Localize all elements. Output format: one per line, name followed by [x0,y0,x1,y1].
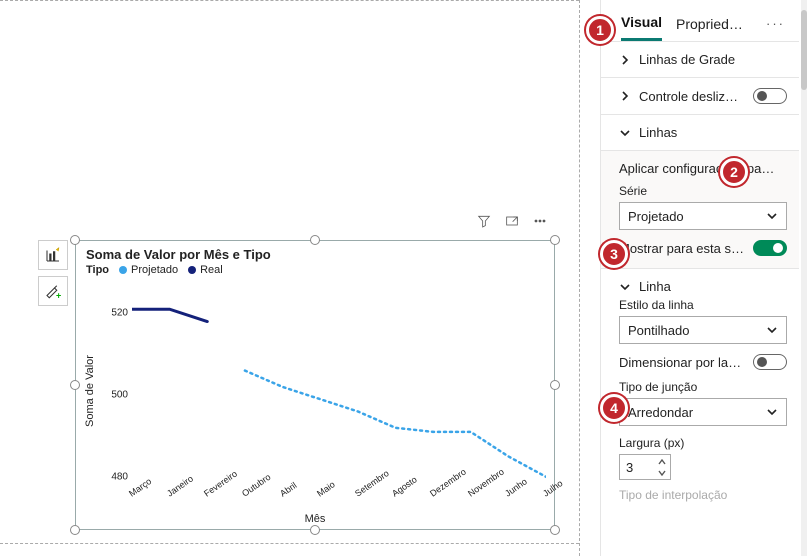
y-axis-ticks: 480 500 520 [102,297,130,485]
resize-handle[interactable] [70,235,80,245]
show-for-series-label: Mostrar para esta s… [619,241,745,256]
field-label-join-type: Tipo de junção [619,380,787,394]
chevron-down-icon [619,281,631,293]
y-tick-label: 480 [111,471,128,482]
resize-handle[interactable] [310,235,320,245]
legend-prefix: Tipo [86,264,109,276]
tab-visual[interactable]: Visual [621,14,662,41]
chevron-down-icon [766,210,778,222]
line-chart-visual[interactable]: Soma de Valor por Mês e Tipo Tipo Projet… [75,240,555,530]
field-label-line-style: Estilo da linha [619,298,787,312]
join-type-select[interactable]: Arredondar [619,398,787,426]
resize-handle[interactable] [550,235,560,245]
scale-by-width-label: Dimensionar por la… [619,355,745,370]
tab-more[interactable]: ··· [762,16,789,39]
toggle-show-for-series[interactable] [753,240,787,256]
toggle-scale-by-width[interactable] [753,354,787,370]
width-input[interactable]: 3 [619,454,671,480]
legend-label: Projetado [131,264,178,276]
subsection-line[interactable]: Linha [601,269,799,298]
section-slider-control[interactable]: Controle deslizan… [601,78,799,115]
series-select[interactable]: Projetado [619,202,787,230]
resize-handle[interactable] [550,380,560,390]
annotation-badge-1: 1 [586,16,614,44]
scrollbar-thumb[interactable] [801,10,807,90]
annotation-badge-2: 2 [720,158,748,186]
y-tick-label: 520 [111,308,128,319]
select-value: Projetado [628,209,766,224]
focus-mode-icon[interactable] [504,213,520,229]
resize-handle[interactable] [70,525,80,535]
canvas-guide-bottom [0,543,579,544]
x-axis-title: Mês [76,513,554,525]
field-label-width: Largura (px) [619,436,787,450]
y-tick-label: 500 [111,390,128,401]
chevron-right-icon [619,90,631,102]
section-label: Linha [639,279,787,294]
section-lines[interactable]: Linhas [601,115,799,151]
legend-swatch [119,266,127,274]
group-title: Aplicar configurações pa… [619,161,787,176]
canvas-guide-top [0,0,579,1]
y-axis-title: Soma de Valor [84,297,100,485]
chevron-down-icon [619,127,631,139]
format-pane-tabs: Visual Propried… ··· [601,0,799,42]
section-grid-lines[interactable]: Linhas de Grade [601,42,799,78]
chevron-down-icon [766,324,778,336]
annotation-badge-4: 4 [600,394,628,422]
toggle-slider-control[interactable] [753,88,787,104]
field-label-series: Série [619,184,787,198]
section-label: Linhas de Grade [639,52,787,67]
plot-area [132,297,546,485]
svg-text:+: + [56,291,61,301]
select-value: Pontilhado [628,323,766,338]
format-paint-button[interactable]: + [38,276,68,306]
chevron-down-icon [766,406,778,418]
tab-properties[interactable]: Propried… [676,16,743,40]
number-spinner[interactable] [656,457,668,477]
report-canvas: + Soma de Valor por Mês e Tipo Tipo Proj… [0,0,580,556]
resize-handle[interactable] [310,525,320,535]
legend-label: Real [200,264,223,276]
legend-swatch [188,266,196,274]
line-style-group: Estilo da linha Pontilhado Dimensionar p… [601,298,799,480]
visual-side-actions: + [38,240,68,306]
input-value: 3 [626,460,633,475]
resize-handle[interactable] [550,525,560,535]
chart-legend: Tipo Projetado Real [76,262,554,280]
legend-item-projetado[interactable]: Projetado [119,264,178,276]
filter-icon[interactable] [476,213,492,229]
field-label-interpolation: Tipo de interpolação [601,480,799,502]
resize-handle[interactable] [70,380,80,390]
chart-svg [132,297,546,485]
apply-settings-group: Aplicar configurações pa… Série Projetad… [601,151,799,269]
more-options-icon[interactable] [532,213,548,229]
chevron-right-icon [619,54,631,66]
section-label: Linhas [639,125,787,140]
pane-scrollbar[interactable] [801,0,807,556]
x-axis-ticks: MarçoJaneiroFevereiroOutubroAbrilMaioSet… [132,487,546,509]
visual-header-toolbar [476,213,548,229]
spinner-up-icon[interactable] [656,457,668,466]
legend-item-real[interactable]: Real [188,264,223,276]
annotation-badge-3: 3 [600,240,628,268]
line-style-select[interactable]: Pontilhado [619,316,787,344]
section-label: Controle deslizan… [639,89,745,104]
select-value: Arredondar [628,405,766,420]
drill-mode-button[interactable] [38,240,68,270]
format-pane: Visual Propried… ··· Linhas de Grade Con… [600,0,807,556]
spinner-down-icon[interactable] [656,468,668,477]
